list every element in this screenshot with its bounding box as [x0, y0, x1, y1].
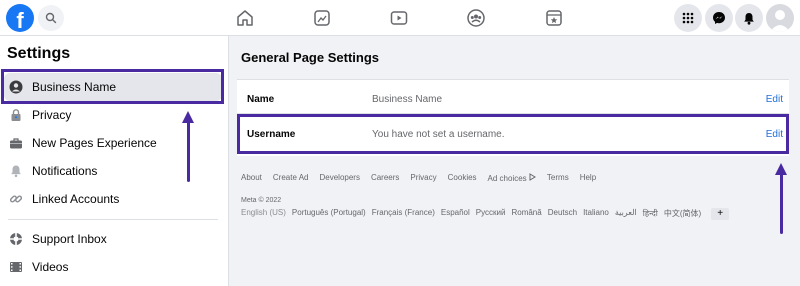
menu-grid-icon — [682, 12, 694, 24]
sidebar-item-label: Privacy — [32, 108, 72, 122]
messenger-button[interactable] — [705, 4, 733, 32]
edit-name-link[interactable]: Edit — [766, 94, 783, 105]
footer-link-ad-choices[interactable]: Ad choices — [488, 173, 536, 183]
add-language-button[interactable]: + — [711, 208, 730, 220]
language-option[interactable]: 中文(简体) — [664, 208, 701, 220]
arrow-shaft — [780, 173, 783, 234]
highlight-box-business-name — [1, 69, 224, 104]
facebook-page-settings-window: f Settings Business Name Privacy New Pag… — [0, 0, 800, 286]
briefcase-icon — [10, 138, 22, 149]
gaming-tab[interactable] — [543, 7, 565, 29]
home-tab[interactable] — [234, 7, 256, 29]
sidebar-item-label: Support Inbox — [32, 232, 107, 246]
sidebar-item-label: Videos — [32, 260, 69, 274]
language-option[interactable]: العربية — [615, 208, 637, 220]
setting-value: Business Name — [372, 94, 443, 105]
lifebuoy-icon — [10, 233, 22, 245]
film-icon — [10, 262, 22, 272]
search-button[interactable] — [38, 5, 64, 31]
notifications-button[interactable] — [735, 4, 763, 32]
lock-icon — [11, 109, 21, 121]
language-option[interactable]: Română — [511, 208, 541, 220]
footer-link-privacy[interactable]: Privacy — [410, 173, 436, 183]
page-title: General Page Settings — [241, 50, 379, 65]
ad-choices-icon — [529, 173, 536, 181]
top-navigation-bar: f — [0, 0, 800, 36]
pages-tab[interactable] — [311, 7, 333, 29]
language-option[interactable]: Français (France) — [372, 208, 435, 220]
pages-icon — [314, 10, 330, 26]
profile-avatar[interactable] — [766, 4, 794, 32]
groups-icon — [467, 9, 485, 27]
language-option[interactable]: हिन्दी — [643, 208, 658, 220]
menu-button[interactable] — [674, 4, 702, 32]
bell-icon — [744, 12, 754, 25]
language-option[interactable]: Português (Portugal) — [292, 208, 366, 220]
highlight-box-username — [237, 114, 789, 154]
language-option[interactable]: Deutsch — [548, 208, 577, 220]
sidebar-item-label: Linked Accounts — [32, 192, 120, 206]
sidebar-divider — [8, 219, 218, 220]
sidebar-title: Settings — [7, 45, 71, 62]
language-option[interactable]: Italiano — [583, 208, 609, 220]
sidebar-item-support-inbox[interactable]: Support Inbox — [4, 225, 222, 253]
footer-link-developers[interactable]: Developers — [319, 173, 359, 183]
gaming-icon — [546, 10, 562, 26]
language-current: English (US) — [241, 208, 286, 217]
bell-icon — [11, 165, 21, 178]
sidebar-item-label: Notifications — [32, 164, 98, 178]
link-icon — [9, 195, 23, 203]
footer-link-create-ad[interactable]: Create Ad — [273, 173, 309, 183]
footer-links: About Create Ad Developers Careers Priva… — [241, 173, 596, 183]
facebook-logo[interactable]: f — [6, 4, 34, 32]
footer-link-help[interactable]: Help — [580, 173, 596, 183]
home-icon — [237, 10, 253, 26]
groups-tab[interactable] — [465, 7, 487, 29]
footer-link-careers[interactable]: Careers — [371, 173, 399, 183]
watch-tab[interactable] — [388, 7, 410, 29]
setting-key: Name — [247, 94, 275, 105]
avatar-silhouette-icon — [770, 10, 790, 32]
language-option[interactable]: Русский — [476, 208, 506, 220]
sidebar-item-label: New Pages Experience — [32, 136, 157, 150]
copyright-text: Meta © 2022 — [241, 197, 282, 204]
footer-link-label: Ad choices — [487, 174, 527, 183]
sidebar-item-linked-accounts[interactable]: Linked Accounts — [4, 185, 222, 213]
search-icon — [45, 12, 57, 24]
sidebar-item-videos[interactable]: Videos — [4, 253, 222, 281]
footer-link-terms[interactable]: Terms — [547, 173, 569, 183]
footer-link-about[interactable]: About — [241, 173, 262, 183]
messenger-icon — [713, 12, 725, 24]
arrow-shaft — [187, 121, 190, 182]
footer-link-cookies[interactable]: Cookies — [448, 173, 477, 183]
watch-icon — [390, 11, 408, 25]
language-selector: English (US) Português (Portugal) França… — [241, 208, 730, 220]
language-option[interactable]: Español — [441, 208, 470, 220]
